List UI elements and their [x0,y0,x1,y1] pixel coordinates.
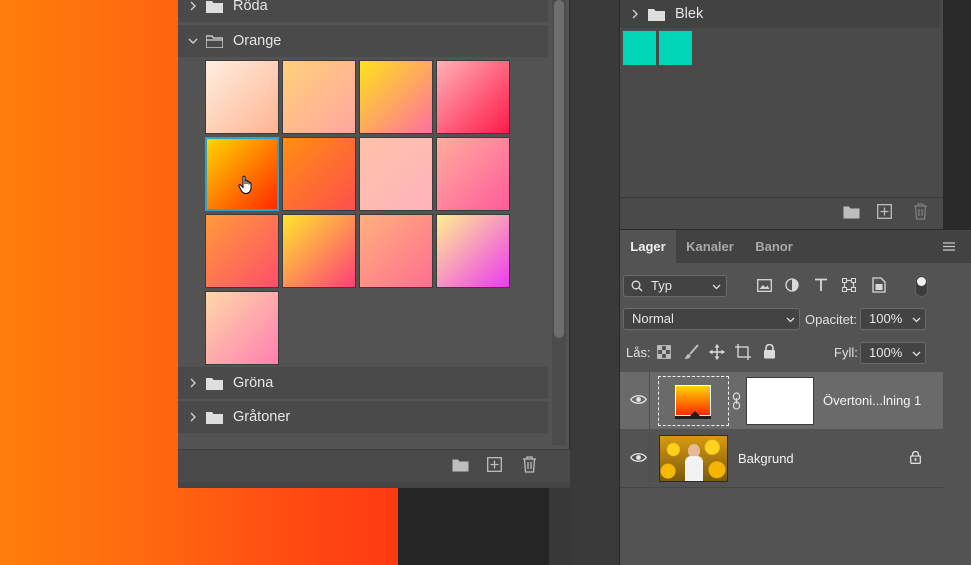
divider [649,372,650,429]
search-icon [631,280,643,292]
lock-all-icon[interactable] [763,344,776,359]
trash-icon[interactable] [522,456,537,473]
tab-kanaler[interactable]: Kanaler [676,230,744,263]
filter-kind-label: Typ [651,278,672,293]
eye-visibility-icon[interactable] [630,394,647,405]
lock-label: Lås: [626,345,651,360]
layer-row-gradient-fill[interactable]: Övertoni...lning 1 [620,372,943,429]
layers-tab-bar: Lager Kanaler Banor [620,230,971,263]
type-filter-icon[interactable] [814,278,828,292]
new-group-folder-icon[interactable] [452,458,469,472]
blend-mode-select[interactable]: Normal [623,308,800,330]
lock-position-icon[interactable] [709,344,725,360]
gradient-swatch[interactable] [205,137,279,211]
folder-icon [648,8,665,21]
layer-mask-thumbnail[interactable] [746,377,814,425]
workspace-background [398,488,550,565]
gradient-swatch[interactable] [436,60,510,134]
fill-value: 100% [869,345,903,360]
gradient-swatch[interactable] [205,60,279,134]
shape-filter-icon[interactable] [842,278,856,292]
eye-visibility-icon[interactable] [630,452,647,463]
panel-resize-grip[interactable] [178,482,570,488]
fill-label: Fyll: [834,345,858,360]
fill-icon-pointer [690,411,700,416]
hand-cursor-icon [238,175,252,195]
smart-object-filter-icon[interactable] [872,277,886,293]
swatch-color[interactable] [623,31,656,65]
chevron-right-icon[interactable] [186,376,200,390]
folder-open-icon [206,34,223,48]
gradient-swatch[interactable] [359,137,433,211]
link-chain-icon[interactable] [732,392,741,410]
gradient-group-orange[interactable]: Orange [178,25,548,57]
lock-icon[interactable] [910,451,921,464]
chevron-down-icon[interactable] [912,349,921,358]
scrollbar-thumb[interactable] [554,0,564,338]
gradients-panel-footer [178,449,570,483]
gradient-swatch[interactable] [282,60,356,134]
toggle-knob [917,277,926,286]
gradient-group-grona[interactable]: Gröna [178,367,548,399]
thumbnail-dress [685,456,703,481]
gradient-swatch[interactable] [282,137,356,211]
gradient-swatch[interactable] [436,137,510,211]
panel-gap [571,0,619,565]
gradient-swatch[interactable] [282,214,356,288]
gradient-group-roda[interactable]: Röda [178,0,548,22]
lock-image-pixels-icon[interactable] [684,344,699,360]
tab-lager[interactable]: Lager [620,230,676,263]
swatch-group-blek[interactable]: Blek [620,0,940,28]
new-group-folder-icon[interactable] [843,205,860,219]
opacity-input[interactable]: 100% [860,308,926,330]
swatch-color[interactable] [659,31,692,65]
chevron-down-icon[interactable] [186,34,200,48]
gradient-swatch[interactable] [205,214,279,288]
chevron-down-icon[interactable] [912,315,921,324]
fill-input[interactable]: 100% [860,342,926,364]
folder-icon [206,377,223,390]
group-label: Röda [233,0,268,14]
panel-menu-icon[interactable] [943,242,955,251]
group-label: Orange [233,33,282,49]
gradient-swatch[interactable] [359,214,433,288]
chevron-down-icon [786,317,795,323]
layers-empty-area [943,372,971,565]
background-photo-thumbnail[interactable] [659,435,728,482]
layer-row-background[interactable]: Bakgrund [620,430,943,488]
opacity-label: Opacitet: [805,312,858,327]
layer-filter-kind-select[interactable]: Typ [623,275,727,297]
chevron-right-icon[interactable] [186,410,200,424]
chevron-down-icon [712,284,721,290]
lock-artboard-icon[interactable] [735,344,751,360]
new-gradient-icon[interactable] [487,457,502,472]
trash-icon[interactable] [913,203,928,220]
group-label: Blek [675,6,704,22]
lock-transparent-pixels-icon[interactable] [657,345,671,359]
fill-thumbnail-frame[interactable] [658,376,729,426]
divider [649,430,650,487]
gradient-group-gratoner[interactable]: Gråtoner [178,401,548,433]
chevron-right-icon[interactable] [186,0,200,13]
tab-banor[interactable]: Banor [744,230,804,263]
image-filter-icon[interactable] [757,279,772,292]
divider [620,197,943,198]
gradient-swatch[interactable] [436,214,510,288]
layer-name[interactable]: Övertoni...lning 1 [823,393,921,408]
layer-name[interactable]: Bakgrund [738,451,794,466]
gradient-swatch[interactable] [205,291,279,365]
opacity-value: 100% [869,311,903,326]
adjustment-filter-icon[interactable] [785,278,799,292]
folder-icon [206,411,223,424]
folder-icon [206,0,223,13]
chevron-right-icon[interactable] [628,7,642,21]
fill-icon-base [675,416,711,419]
blend-mode-value: Normal [632,311,674,326]
filter-toggle-switch[interactable] [915,275,928,297]
group-label: Gröna [233,375,274,391]
gradients-panel: Röda Orange Gröna Gråtoner [178,0,570,488]
new-swatch-icon[interactable] [877,204,892,219]
group-label: Gråtoner [233,409,291,425]
gradient-swatch[interactable] [359,60,433,134]
